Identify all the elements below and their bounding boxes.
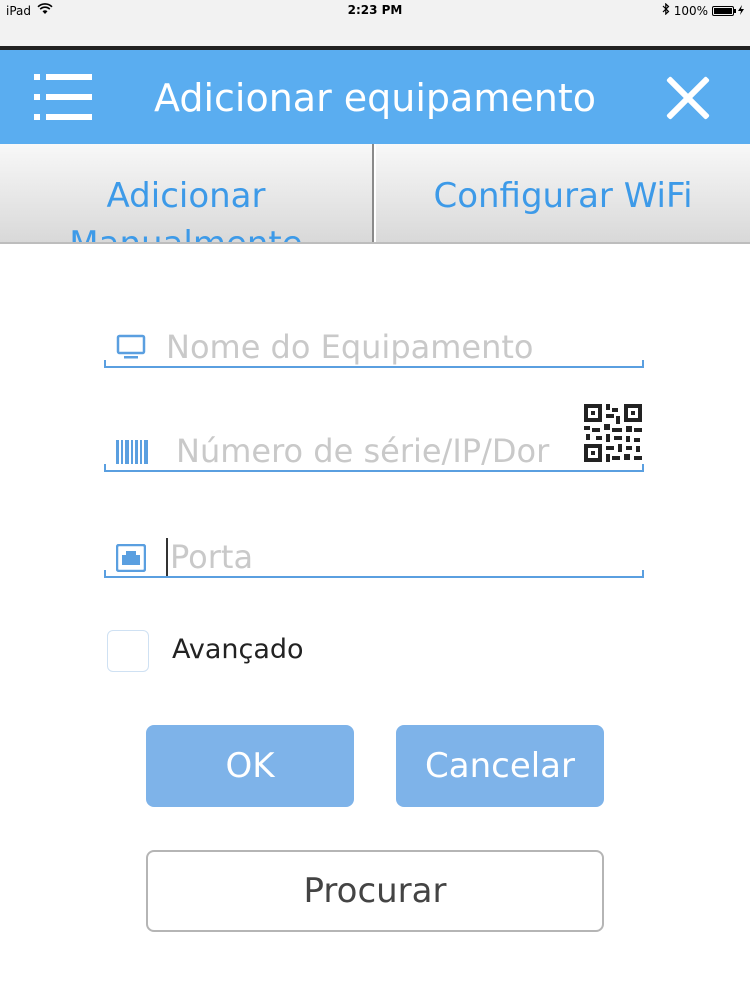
battery-icon xyxy=(712,5,736,16)
battery-level xyxy=(714,7,732,14)
tab-configure-wifi-label: Configurar WiFi xyxy=(433,176,693,216)
device-name-underline xyxy=(104,360,644,368)
advanced-label: Avançado xyxy=(172,634,304,665)
port-input[interactable] xyxy=(166,538,580,576)
search-button[interactable]: Procurar xyxy=(146,850,604,932)
cancel-button[interactable]: Cancelar xyxy=(396,725,604,807)
tab-bar: Adicionar Manualmente Configurar WiFi xyxy=(0,144,750,244)
tab-add-manually-label: Adicionar Manualmente xyxy=(69,176,303,244)
barcode-icon xyxy=(116,438,148,464)
page-title: Adicionar equipamento xyxy=(154,76,596,120)
status-bar: iPad 2:23 PM 100% xyxy=(0,0,750,46)
device-name-field xyxy=(104,328,644,368)
qr-code-icon[interactable] xyxy=(582,402,644,464)
port-field xyxy=(104,538,644,578)
close-icon[interactable] xyxy=(666,76,710,120)
serial-input[interactable] xyxy=(176,432,576,470)
serial-underline xyxy=(104,464,644,472)
tab-configure-wifi[interactable]: Configurar WiFi xyxy=(376,144,750,244)
ok-button[interactable]: OK xyxy=(146,725,354,807)
battery-percent: 100% xyxy=(673,3,708,18)
port-underline xyxy=(104,570,644,578)
add-device-screen: iPad 2:23 PM 100% Adicionar equipamento … xyxy=(0,0,750,1000)
charging-icon xyxy=(738,4,744,18)
port-icon xyxy=(115,543,147,573)
status-time: 2:23 PM xyxy=(347,3,403,17)
app-header: Adicionar equipamento xyxy=(0,50,750,144)
status-right: 100% xyxy=(662,2,744,18)
serial-field xyxy=(104,402,644,472)
tab-add-manually[interactable]: Adicionar Manualmente xyxy=(0,144,374,244)
bluetooth-icon xyxy=(662,2,670,18)
monitor-icon xyxy=(116,334,146,360)
advanced-checkbox[interactable] xyxy=(107,630,149,672)
tab-divider xyxy=(0,242,750,244)
device-name-input[interactable] xyxy=(166,328,576,366)
